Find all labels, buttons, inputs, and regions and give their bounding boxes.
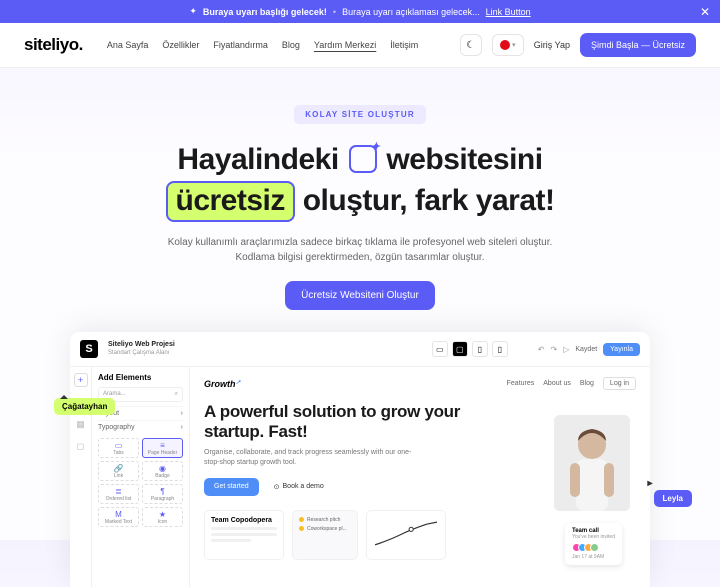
element-tabs[interactable]: ▭Tabs [98, 438, 139, 458]
team-card-sub: You've been invited [572, 534, 615, 540]
create-icon [349, 145, 377, 173]
viewport-mobile-button[interactable]: ▯ [492, 341, 508, 357]
close-icon[interactable]: ✕ [700, 5, 710, 19]
banner-description: Buraya uyarı açıklaması gelecek... [342, 7, 480, 17]
sub-line: Kodlama bilgisi gerektirmeden, özgün tas… [235, 252, 484, 263]
separator-dot: • [333, 7, 336, 17]
undo-icon[interactable]: ↶ [538, 345, 545, 354]
preview-icon[interactable]: ▷ [563, 345, 569, 354]
canvas-nav-blog[interactable]: Blog [580, 380, 594, 387]
banner-link[interactable]: Link Button [486, 7, 531, 17]
task-item: Research pitch [307, 517, 340, 523]
square-icon[interactable]: ◻ [74, 439, 88, 453]
editor-preview: S Siteliyo Web Projesi Standart Çalışma … [70, 332, 650, 587]
headline-part: websitesini [386, 143, 542, 176]
hero-person-image [554, 415, 630, 511]
add-icon[interactable]: + [74, 373, 88, 387]
redo-icon[interactable]: ↷ [551, 345, 558, 354]
hero-headline: Hayalindeki websitesini ücretsiz oluştur… [20, 140, 700, 221]
publish-button[interactable]: Yayınla [603, 343, 640, 356]
cursor-tag-left: Çağatayhan [54, 398, 115, 415]
panel-row-typography[interactable]: Typography› [98, 420, 183, 434]
canvas-card-tasks: Research pitch Coworkspace pl... [292, 510, 358, 560]
save-button[interactable]: Kaydet [575, 346, 597, 353]
canvas-nav-about[interactable]: About us [543, 380, 571, 387]
canvas-headline: A powerful solution to grow your startup… [204, 402, 474, 441]
canvas-login-button[interactable]: Log in [603, 377, 636, 390]
nav-help[interactable]: Yardım Merkezi [314, 40, 376, 50]
canvas-secondary-button[interactable]: ⊙Book a demo [265, 478, 333, 496]
element-icon[interactable]: ★Icon [142, 507, 183, 527]
element-paragraph[interactable]: ¶Paragraph [142, 484, 183, 504]
hero-cta-button[interactable]: Ücretsiz Websiteni Oluştur [285, 281, 435, 310]
nav-pricing[interactable]: Fiyatlandırma [213, 40, 268, 50]
nav-blog[interactable]: Blog [282, 40, 300, 50]
search-icon: ⌕ [175, 391, 178, 398]
element-ordered-list[interactable]: ≣Ordered list [98, 484, 139, 504]
card-title: Team Copodopera [211, 517, 277, 524]
viewport-desktop-button[interactable]: ▭ [432, 341, 448, 357]
editor-logo[interactable]: S [80, 340, 98, 358]
project-name: Siteliyo Web Projesi [108, 341, 175, 349]
canvas-subheadline: Organise, collaborate, and track progres… [204, 448, 414, 468]
canvas-team-call-card: Team call You've been invited Jan 17 at … [565, 523, 622, 565]
nav-features[interactable]: Özellikler [162, 40, 199, 50]
nav-contact[interactable]: İletişim [390, 40, 418, 50]
canvas-card-team: Team Copodopera [204, 510, 284, 560]
nav-home[interactable]: Ana Sayfa [107, 40, 149, 50]
hero-section: KOLAY SİTE OLUŞTUR Hayalindeki websitesi… [0, 68, 720, 332]
site-logo[interactable]: siteliyo. [24, 35, 83, 55]
search-placeholder: Arama... [103, 391, 126, 398]
moon-icon: ☾ [466, 40, 475, 51]
editor-canvas[interactable]: Growth Features About us Blog Log in A p… [190, 367, 650, 587]
language-selector[interactable]: ▾ [492, 34, 524, 56]
canvas-site-logo[interactable]: Growth [204, 379, 241, 389]
headline-highlight: ücretsiz [166, 181, 295, 222]
nav-links: Ana Sayfa Özellikler Fiyatlandırma Blog … [107, 40, 418, 50]
viewport-laptop-button[interactable]: ▢ [452, 341, 468, 357]
element-marked-text[interactable]: MMarked Text [98, 507, 139, 527]
canvas-primary-button[interactable]: Get started [204, 478, 259, 496]
element-badge[interactable]: ◉Badge [142, 461, 183, 481]
hero-subheadline: Kolay kullanımlı araçlarımızla sadece bi… [20, 235, 700, 265]
canvas-card-chart [366, 510, 446, 560]
main-navbar: siteliyo. Ana Sayfa Özellikler Fiyatland… [0, 23, 720, 68]
element-link[interactable]: 🔗Link [98, 461, 139, 481]
headline-part: Hayalindeki [177, 143, 338, 176]
headline-part: oluştur, fark yarat! [303, 184, 555, 217]
play-icon: ⊙ [274, 483, 280, 491]
project-workspace: Standart Çalışma Alanı [108, 350, 175, 357]
cursor-tag-right: Leyla [654, 490, 692, 507]
flag-icon [500, 40, 510, 50]
hero-badge: KOLAY SİTE OLUŞTUR [294, 105, 426, 124]
login-link[interactable]: Giriş Yap [534, 40, 570, 50]
sparkle-icon: ✦ [189, 6, 197, 17]
chevron-down-icon: ▾ [512, 41, 516, 49]
panel-title: Add Elements [98, 373, 183, 382]
banner-title: Buraya uyarı başlığı gelecek! [203, 7, 327, 17]
element-page-header[interactable]: ≡Page Header [142, 438, 183, 458]
canvas-nav-features[interactable]: Features [507, 380, 535, 387]
announcement-banner: ✦ Buraya uyarı başlığı gelecek! • Buraya… [0, 0, 720, 23]
editor-topbar: S Siteliyo Web Projesi Standart Çalışma … [70, 332, 650, 367]
theme-toggle-button[interactable]: ☾ [460, 34, 482, 56]
grid-icon[interactable]: ▦ [74, 417, 88, 431]
signup-button[interactable]: Şimdi Başla — Ücretsiz [580, 33, 696, 57]
task-item: Coworkspace pl... [307, 526, 347, 532]
viewport-tablet-button[interactable]: ▯ [472, 341, 488, 357]
sub-line: Kolay kullanımlı araçlarımızla sadece bi… [168, 237, 553, 248]
team-card-time: Jan 17 at 9AM [572, 554, 615, 560]
